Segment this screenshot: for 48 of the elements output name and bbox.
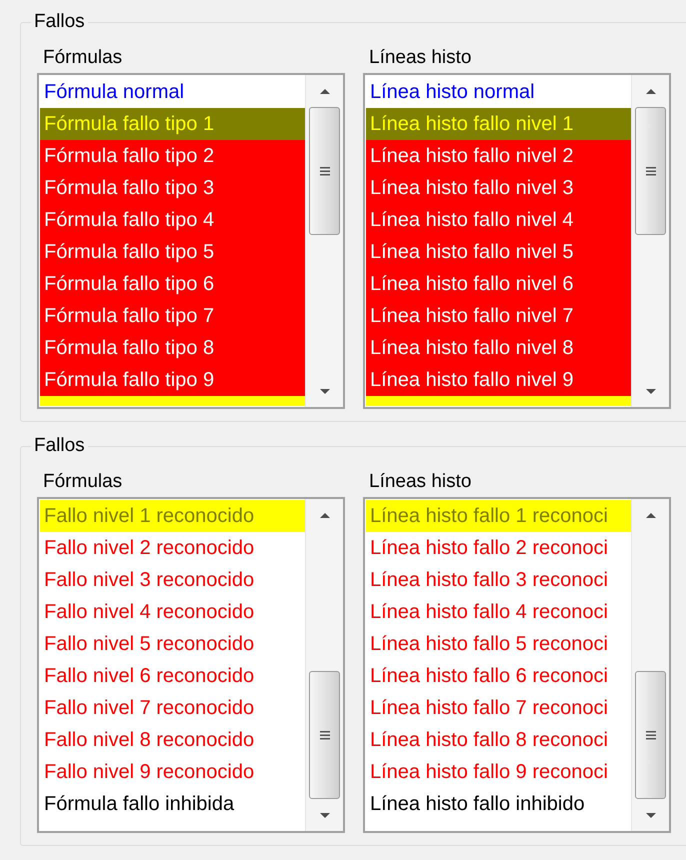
scroll-up-arrow-icon[interactable] [318,88,330,94]
list-item[interactable]: Fórmula fallo tipo 6 [40,268,305,300]
list-item[interactable]: Línea histo fallo 1 reconoci [366,500,631,532]
list-item[interactable]: Línea histo fallo nivel 2 [366,140,631,172]
scrollbar-thumb[interactable] [309,671,340,799]
list-label: Líneas histo [368,46,472,70]
list-box[interactable] [37,73,345,409]
list-item[interactable]: Línea histo fallo nivel 7 [366,300,631,332]
scrollbar[interactable] [305,499,343,831]
list-item[interactable]: Fórmula fallo tipo 1 [40,108,305,140]
scroll-down-arrow-icon[interactable] [644,388,656,394]
scrollbar-thumb[interactable] [635,107,666,235]
grip-icon [646,730,656,740]
scrollbar-thumb[interactable] [635,671,666,799]
list-item[interactable]: Línea histo fallo nivel 6 [366,268,631,300]
list-label: Fórmulas [42,470,122,494]
list-label: Líneas histo [368,470,472,494]
list-item[interactable]: Línea histo fallo nivel 1 [366,108,631,140]
scroll-up-arrow-icon[interactable] [644,88,656,94]
scrollbar[interactable] [305,75,343,407]
list-item[interactable]: Fórmula fallo tipo 3 [40,172,305,204]
scrollbar[interactable] [631,499,669,831]
list-item[interactable]: Línea histo fallo nivel 5 [366,236,631,268]
list-item[interactable]: Fórmula fallo tipo 2 [40,140,305,172]
list-item[interactable]: Fórmula fallo tipo 4 [40,204,305,236]
list-item[interactable]: Línea histo fallo nivel 8 [366,332,631,364]
list-item[interactable]: Fórmula fallo tipo 8 [40,332,305,364]
scroll-down-arrow-icon[interactable] [318,388,330,394]
grip-icon [320,166,330,176]
list-item[interactable]: Línea histo fallo nivel 4 [366,204,631,236]
scroll-up-arrow-icon[interactable] [318,512,330,518]
list-item[interactable]: Línea histo fallo nivel 9 [366,364,631,396]
list-box[interactable] [37,497,345,833]
list-item[interactable]: Fórmula fallo tipo 9 [40,364,305,396]
list-item[interactable]: Fórmula fallo tipo 5 [40,236,305,268]
list-item[interactable]: Fallo nivel 1 reconocido [40,500,305,532]
list-item[interactable]: Fórmula fallo tipo 7 [40,300,305,332]
list-box[interactable] [363,73,671,409]
scrollbar[interactable] [631,75,669,407]
grip-icon [646,166,656,176]
scrollbar-thumb[interactable] [309,107,340,235]
list-label: Fórmulas [42,46,122,70]
grip-icon [320,730,330,740]
list-box[interactable] [363,497,671,833]
scroll-up-arrow-icon[interactable] [644,512,656,518]
list-item[interactable]: Línea histo fallo nivel 3 [366,172,631,204]
scroll-down-arrow-icon[interactable] [318,812,330,818]
scroll-down-arrow-icon[interactable] [644,812,656,818]
